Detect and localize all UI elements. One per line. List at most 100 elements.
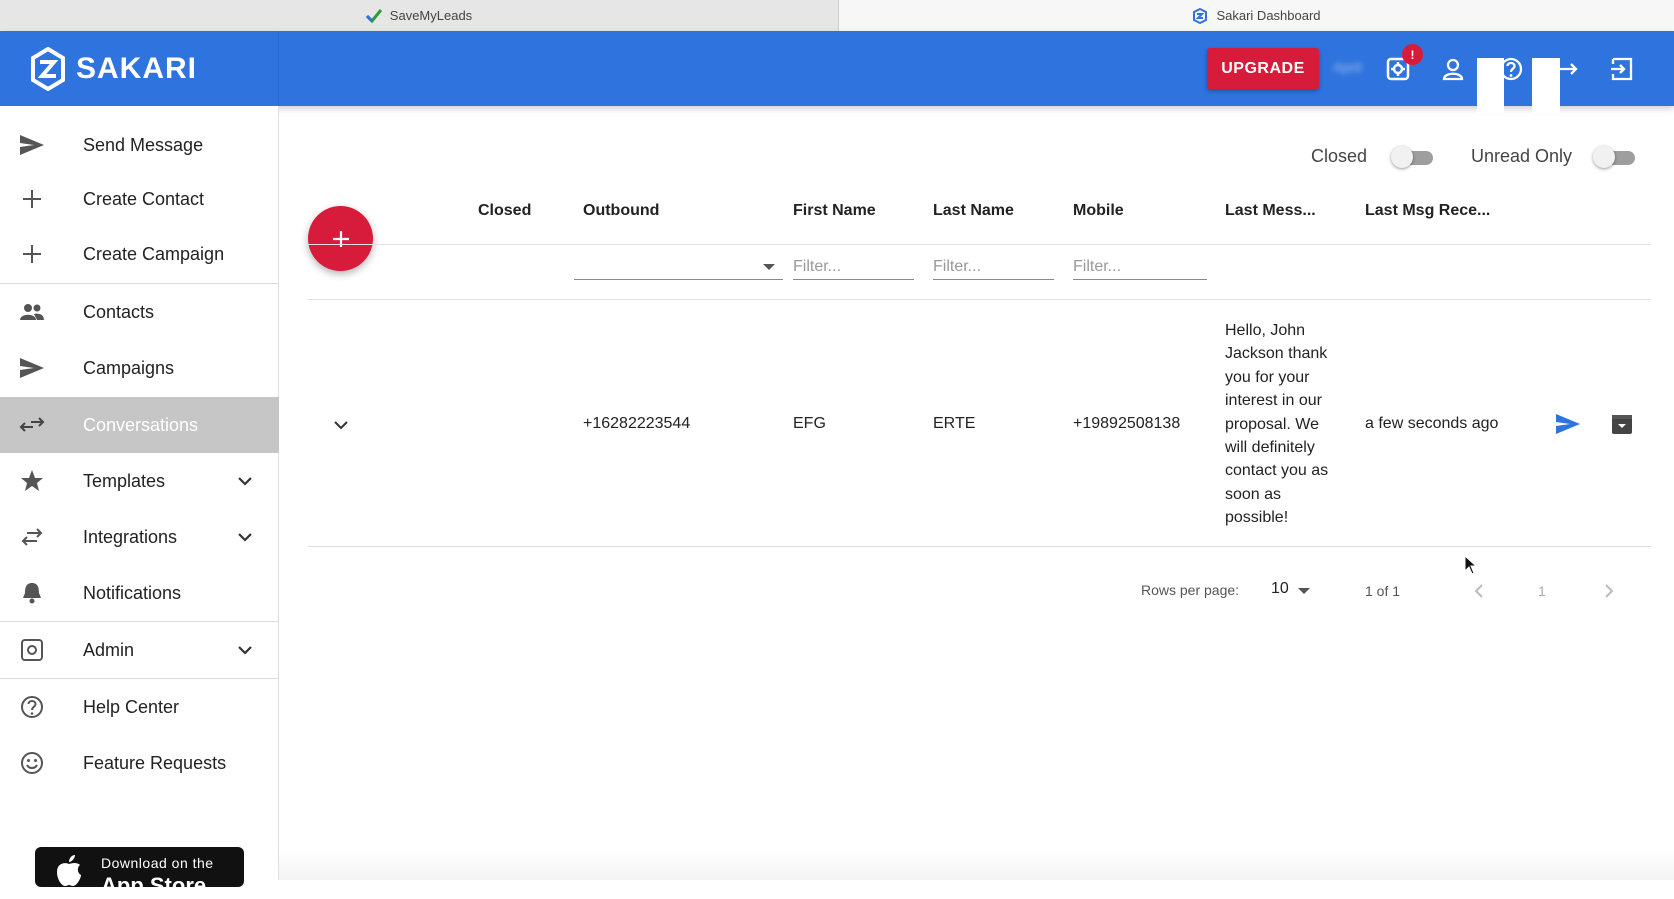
column-header-last-message[interactable]: Last Mess... xyxy=(1225,202,1316,220)
toggle-thumb xyxy=(1593,146,1615,168)
exchange-icon xyxy=(21,528,43,546)
row-mobile: +19892508138 xyxy=(1073,415,1181,432)
current-page[interactable]: 1 xyxy=(1538,583,1546,599)
sidebar-item-contacts[interactable]: Contacts xyxy=(0,284,279,340)
row-last-message: Hello, John Jackson thank you for your i… xyxy=(1225,322,1329,527)
account-name[interactable]: Aprit xyxy=(1333,59,1362,75)
next-page-icon[interactable] xyxy=(1599,581,1619,601)
closed-toggle-label: Closed xyxy=(1311,146,1368,166)
sidebar-item-integrations[interactable]: Integrations xyxy=(0,509,279,565)
app-store-badge[interactable]: Download on the App Store xyxy=(35,847,244,898)
column-header-last-name[interactable]: Last Name xyxy=(933,202,1014,220)
sidebar-item-templates[interactable]: Templates xyxy=(0,453,279,509)
mobile-filter-input[interactable]: Filter... xyxy=(1073,254,1207,280)
sidebar-item-label: Templates xyxy=(83,470,166,491)
apple-icon xyxy=(57,855,81,886)
rows-per-page-select[interactable]: 10 xyxy=(1271,580,1289,598)
conversations-panel: Closed Unread Only Closed Outbound First… xyxy=(279,106,1674,880)
user-icon[interactable] xyxy=(1440,56,1466,82)
sidebar-item-create-campaign[interactable]: Create Campaign xyxy=(0,226,279,282)
table-divider xyxy=(308,299,1651,300)
smiley-icon xyxy=(21,752,43,774)
row-first-name: EFG xyxy=(793,415,826,432)
upgrade-button[interactable]: UPGRADE xyxy=(1207,48,1319,89)
sidebar-item-label: Conversations xyxy=(83,414,199,435)
column-header-outbound[interactable]: Outbound xyxy=(583,202,659,220)
column-header-first-name[interactable]: First Name xyxy=(793,202,876,220)
sidebar-item-create-contact[interactable]: Create Contact xyxy=(0,171,279,227)
send-icon xyxy=(20,135,44,155)
browser-tab-title: SaveMyLeads xyxy=(389,8,473,23)
sidebar-item-label: Admin xyxy=(83,639,135,660)
row-last-name: ERTE xyxy=(933,415,976,432)
sidebar-item-help-center[interactable]: Help Center xyxy=(0,679,279,735)
chevron-down-icon[interactable] xyxy=(236,473,254,489)
browser-tab-savemyleads[interactable]: SaveMyLeads xyxy=(0,0,839,31)
caret-down-icon[interactable] xyxy=(1298,588,1310,594)
closed-toggle[interactable] xyxy=(1391,146,1433,168)
app-header: SAKARI UPGRADE Aprit ! xyxy=(0,31,1674,113)
sidebar-item-feature-requests[interactable]: Feature Requests xyxy=(0,735,279,791)
page-range: 1 of 1 xyxy=(1365,583,1401,599)
sidebar-item-notifications[interactable]: Notifications xyxy=(0,565,279,621)
sidebar-item-admin[interactable]: Admin xyxy=(0,622,279,678)
overlay-block xyxy=(1532,58,1560,113)
bell-icon xyxy=(23,583,41,604)
appstore-line2: App Store xyxy=(101,873,207,898)
sidebar-item-label: Integrations xyxy=(83,526,178,547)
unread-only-toggle[interactable] xyxy=(1593,146,1635,168)
archive-icon[interactable] xyxy=(1610,412,1634,436)
sidebar-item-label: Feature Requests xyxy=(83,752,227,773)
notification-badge: ! xyxy=(1402,44,1423,65)
sidebar-item-send-message[interactable]: Send Message xyxy=(0,117,279,173)
mouse-cursor-icon xyxy=(1464,555,1478,575)
toggle-thumb xyxy=(1391,146,1413,168)
sidebar-item-campaigns[interactable]: Campaigns xyxy=(0,340,279,396)
plus-icon xyxy=(23,245,41,263)
sidebar-nav: Send Message Create Contact Create Campa… xyxy=(0,106,279,898)
sidebar-item-label: Campaigns xyxy=(83,357,175,378)
star-icon xyxy=(21,470,43,491)
browser-tab-bar: SaveMyLeads Sakari Dashboard xyxy=(0,0,1674,31)
plus-icon xyxy=(23,190,41,208)
sidebar-item-conversations[interactable]: Conversations xyxy=(0,397,279,453)
bottom-shade xyxy=(279,850,1674,880)
last-name-filter-input[interactable]: Filter... xyxy=(933,254,1054,280)
checkmark-icon xyxy=(365,8,382,23)
sidebar-item-label: Contacts xyxy=(83,301,155,322)
outbound-filter-select[interactable] xyxy=(574,254,783,280)
table-divider xyxy=(308,244,1651,245)
table-divider xyxy=(308,546,1651,547)
appstore-line1: Download on the xyxy=(101,855,214,871)
caret-down-icon xyxy=(763,264,775,270)
sidebar-item-label: Create Contact xyxy=(83,188,205,209)
sakari-logo-icon xyxy=(31,46,65,91)
admin-gear-icon xyxy=(21,639,43,661)
logout-icon[interactable] xyxy=(1609,56,1635,82)
sidebar-item-label: Send Message xyxy=(83,134,204,155)
first-name-filter-input[interactable]: Filter... xyxy=(793,254,914,280)
send-icon xyxy=(20,358,44,378)
overlay-block xyxy=(1477,58,1504,113)
row-outbound: +16282223544 xyxy=(583,415,691,432)
chevron-down-icon[interactable] xyxy=(236,529,254,545)
sidebar-item-label: Create Campaign xyxy=(83,243,225,264)
unread-toggle-label: Unread Only xyxy=(1471,146,1573,166)
rows-per-page-label: Rows per page: xyxy=(1141,582,1240,598)
column-header-closed[interactable]: Closed xyxy=(478,202,531,220)
new-conversation-fab[interactable] xyxy=(308,206,373,271)
help-circle-icon xyxy=(21,696,43,718)
send-icon[interactable] xyxy=(1555,412,1581,436)
swap-arrows-icon xyxy=(19,417,45,432)
row-last-received: a few seconds ago xyxy=(1365,415,1499,432)
column-header-mobile[interactable]: Mobile xyxy=(1073,202,1124,220)
column-header-last-msg-received[interactable]: Last Msg Rece... xyxy=(1365,202,1490,220)
expand-row-chevron-icon[interactable] xyxy=(332,418,350,432)
chevron-down-icon[interactable] xyxy=(236,642,254,658)
browser-tab-sakari[interactable]: Sakari Dashboard xyxy=(839,0,1674,31)
brand-logo[interactable]: SAKARI xyxy=(0,31,279,106)
sakari-logo-icon xyxy=(1193,7,1208,24)
sidebar-item-label: Notifications xyxy=(83,582,182,603)
brand-name: SAKARI xyxy=(76,51,198,85)
previous-page-icon[interactable] xyxy=(1469,581,1489,601)
